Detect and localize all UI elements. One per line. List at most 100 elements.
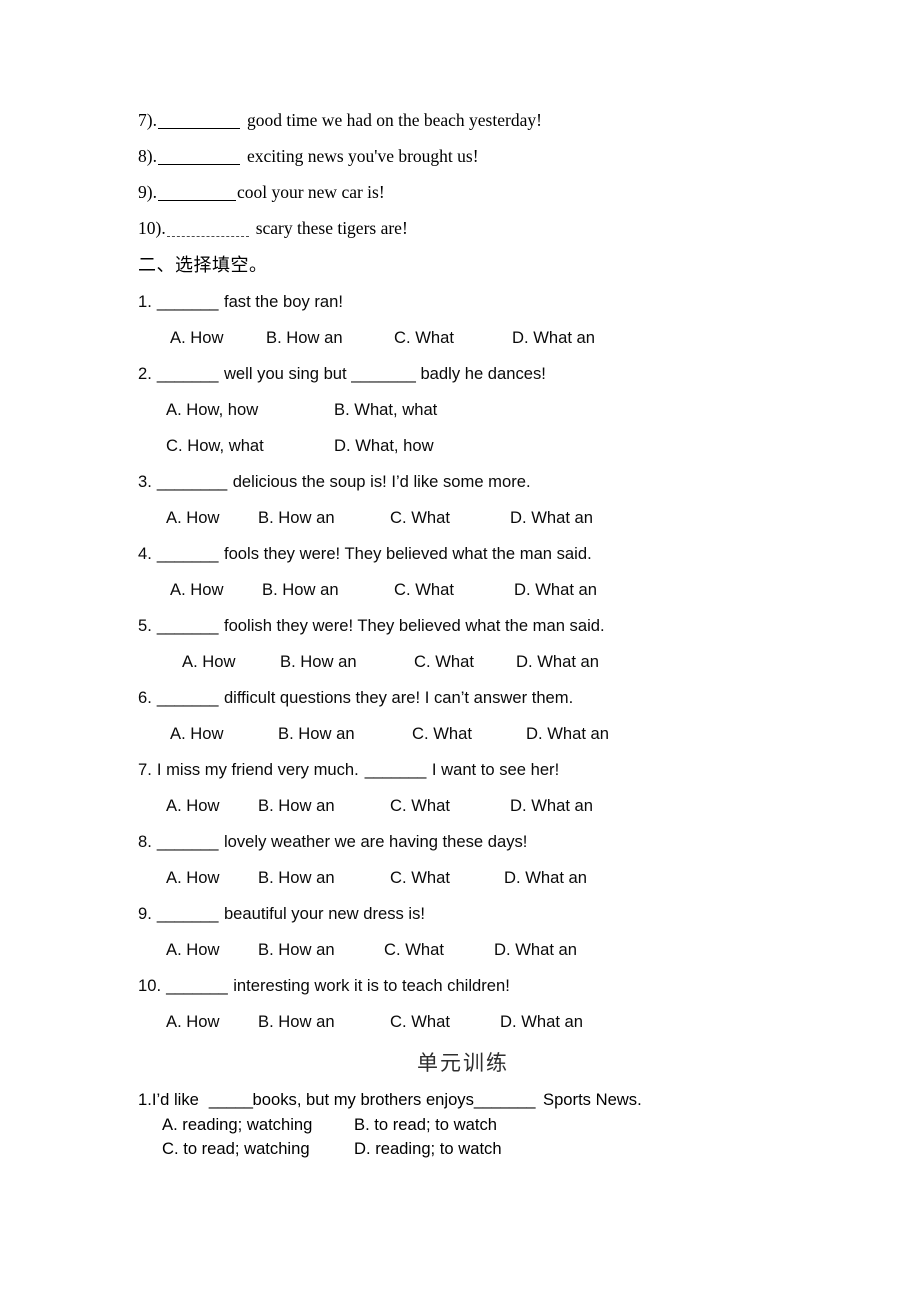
option-d[interactable]: D. What an (512, 329, 595, 347)
question-stem: 6. _______ difficult questions they are! I… (138, 688, 838, 726)
option-a[interactable]: A. How (166, 1013, 258, 1031)
option-d[interactable]: D. What an (504, 869, 587, 887)
option-b[interactable]: B. What, what (334, 401, 437, 419)
option-b[interactable]: B. How an (266, 329, 394, 347)
option-d[interactable]: D. What an (510, 797, 593, 815)
question-number: 8. (138, 832, 152, 851)
option-row: A. How B. How an C. What D. What an (138, 1013, 838, 1050)
answer-blank[interactable]: _______ (157, 293, 219, 311)
option-c[interactable]: C. What (390, 797, 510, 815)
item-number: 7). (138, 110, 157, 130)
question-stem: 4. _______ fools they were! They believed … (138, 545, 838, 582)
option-c[interactable]: C. What (394, 581, 514, 599)
option-b[interactable]: B. to read; to watch (354, 1116, 497, 1134)
option-d[interactable]: D. What an (526, 725, 609, 743)
answer-blank[interactable]: _______ (166, 977, 228, 995)
option-a[interactable]: A. How (166, 941, 258, 959)
option-d[interactable]: D. What, how (334, 437, 434, 455)
question-text: lovely weather we are having these days! (223, 832, 528, 851)
fill-in-item: 8). exciting news you've brought us! (138, 146, 838, 184)
option-a[interactable]: A. How (170, 725, 278, 743)
option-row: A. reading; watching B. to read; to watch (138, 1116, 838, 1142)
option-a[interactable]: A. How, how (166, 401, 334, 419)
option-a[interactable]: A. reading; watching (162, 1116, 354, 1134)
option-d[interactable]: D. What an (510, 509, 593, 527)
option-b[interactable]: B. How an (262, 581, 394, 599)
question-text: fast the boy ran! (223, 292, 343, 311)
option-c[interactable]: C. What (390, 869, 504, 887)
question-number: 10. (138, 976, 162, 995)
question-number: 6. (138, 688, 152, 707)
option-c[interactable]: C. How, what (166, 437, 334, 455)
option-b[interactable]: B. How an (258, 869, 390, 887)
question-text: difficult questions they are! I can’t an… (223, 688, 574, 707)
option-row: C. to read; watching D. reading; to watch (138, 1140, 838, 1166)
option-b[interactable]: B. How an (258, 797, 390, 815)
fill-in-item: 7). good time we had on the beach yesterd… (138, 110, 838, 148)
option-a[interactable]: A. How (166, 797, 258, 815)
answer-blank[interactable]: _______ (157, 905, 219, 923)
option-c[interactable]: C. What (390, 509, 510, 527)
option-d[interactable]: D. What an (494, 941, 577, 959)
fill-in-item: 9). cool your new car is! (138, 182, 838, 220)
answer-blank-b[interactable]: _______ (474, 1091, 536, 1109)
answer-blank[interactable] (166, 220, 249, 238)
section-one: 7). good time we had on the beach yesterd… (138, 110, 838, 256)
option-row: A. How B. How an C. What D. What an (138, 329, 838, 366)
question-text: delicious the soup is! I’d like some mor… (232, 472, 531, 491)
question-number: 1. (138, 1090, 152, 1109)
answer-blank[interactable]: _______ (157, 545, 219, 563)
question-text-a: I’d like (151, 1090, 199, 1109)
option-c[interactable]: C. What (412, 725, 526, 743)
option-a[interactable]: A. How (170, 329, 266, 347)
option-a[interactable]: A. How (182, 653, 280, 671)
option-d[interactable]: D. What an (516, 653, 599, 671)
option-c[interactable]: C. What (414, 653, 516, 671)
option-row: A. How, how B. What, what (138, 401, 838, 438)
answer-blank[interactable]: _______ (157, 833, 219, 851)
question-stem: 2. _______ well you sing but _______ badly… (138, 365, 838, 402)
content-column: 7). good time we had on the beach yesterd… (138, 110, 838, 1166)
answer-blank[interactable] (157, 184, 236, 202)
option-a[interactable]: A. How (166, 509, 258, 527)
option-a[interactable]: A. How (166, 869, 258, 887)
answer-blank[interactable] (157, 148, 240, 166)
option-d[interactable]: D. reading; to watch (354, 1140, 502, 1158)
option-d[interactable]: D. What an (500, 1013, 583, 1031)
answer-blank-a[interactable]: _____ (209, 1091, 253, 1109)
question-text-before: I miss my friend very much. (156, 760, 359, 779)
item-text: scary these tigers are! (255, 218, 408, 238)
option-b[interactable]: B. How an (258, 941, 384, 959)
item-number: 10). (138, 218, 166, 238)
option-a[interactable]: A. How (170, 581, 262, 599)
section-two-heading: 二、选择填空。 (138, 255, 268, 275)
answer-blank[interactable]: _______ (365, 761, 427, 779)
worksheet-page: 7). good time we had on the beach yesterd… (0, 0, 920, 1302)
answer-blank[interactable]: ________ (157, 473, 227, 491)
question-stem: 1. _______ fast the boy ran! (138, 292, 838, 330)
option-b[interactable]: B. How an (280, 653, 414, 671)
question-stem: 8. _______ lovely weather we are having th… (138, 832, 838, 870)
question-number: 1. (138, 292, 152, 311)
answer-blank[interactable]: _______ (157, 689, 219, 707)
option-d[interactable]: D. What an (514, 581, 597, 599)
item-number: 9). (138, 182, 157, 202)
answer-blank[interactable] (157, 112, 240, 130)
answer-blank[interactable]: _______ (157, 365, 219, 383)
option-b[interactable]: B. How an (258, 1013, 390, 1031)
question-number: 7. (138, 760, 152, 779)
question-stem: 7. I miss my friend very much. _______ I wa… (138, 760, 838, 798)
question-text: interesting work it is to teach children… (233, 976, 510, 995)
question-stem: 1. I’d like _____ books, but my brothers en… (138, 1090, 838, 1117)
option-c[interactable]: C. What (390, 1013, 500, 1031)
option-c[interactable]: C. to read; watching (162, 1140, 354, 1158)
item-text: exciting news you've brought us! (246, 146, 479, 166)
question-stem: 10. _______ interesting work it is to teac… (138, 976, 838, 1014)
answer-blank[interactable]: _______ (157, 617, 219, 635)
option-b[interactable]: B. How an (258, 509, 390, 527)
option-row: A. How B. How an C. What D. What an (138, 509, 838, 546)
option-c[interactable]: C. What (384, 941, 494, 959)
option-c[interactable]: C. What (394, 329, 512, 347)
question-stem: 3. ________ delicious the soup is! I’d lik… (138, 472, 838, 510)
option-b[interactable]: B. How an (278, 725, 412, 743)
